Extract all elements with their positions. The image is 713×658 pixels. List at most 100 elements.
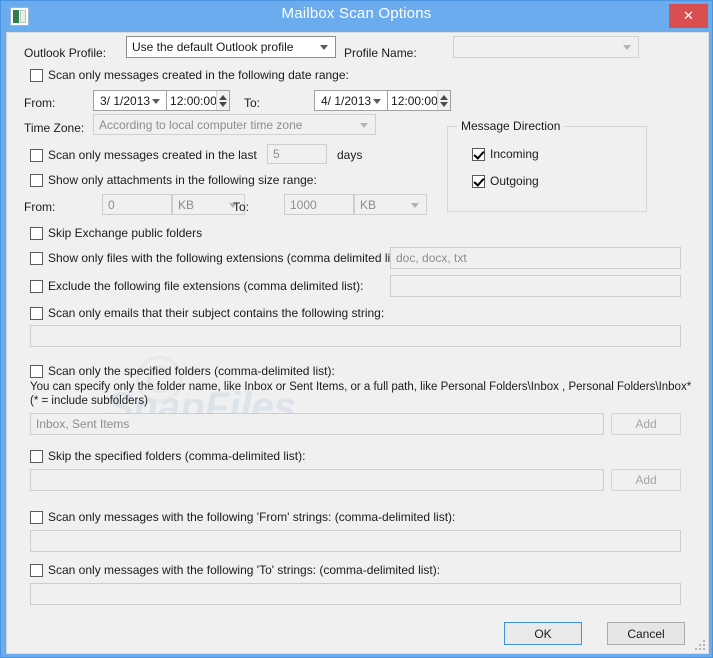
chevron-down-icon	[411, 202, 419, 208]
last-days-value: 5	[273, 147, 280, 161]
checkbox-box	[30, 251, 43, 265]
size-from-unit: KB	[178, 197, 195, 212]
profile-name-select[interactable]	[453, 36, 639, 58]
chevron-down-icon	[373, 98, 382, 104]
date-to-label: To:	[244, 96, 261, 110]
size-range-checkbox[interactable]: Show only attachments in the following s…	[30, 173, 317, 187]
timezone-value: According to local computer time zone	[99, 117, 303, 132]
from-strings-label: Scan only messages with the following 'F…	[48, 510, 456, 524]
title-bar: Mailbox Scan Options ✕	[1, 1, 712, 32]
skip-folders-checkbox[interactable]: Skip the specified folders (comma-delimi…	[30, 449, 305, 463]
time-from-value-wrap[interactable]: 12:00:00 AI	[167, 91, 216, 110]
time-to-value: 12:00:00 AI	[391, 93, 438, 108]
last-days-label: Scan only messages created in the last	[48, 148, 257, 162]
time-to-spinner[interactable]	[437, 91, 450, 110]
specified-folders-label: Scan only the specified folders (comma-d…	[48, 364, 335, 378]
specified-folders-hint-line2: (* = include subfolders)	[30, 395, 148, 407]
checkbox-box	[30, 563, 43, 577]
checkbox-box	[30, 279, 43, 293]
outlook-profile-value: Use the default Outlook profile	[132, 40, 294, 54]
incoming-checkbox[interactable]: Incoming	[472, 147, 539, 161]
message-direction-group: Message Direction Incoming Outgoing	[447, 119, 647, 212]
skip-folders-add-button[interactable]: Add	[611, 469, 681, 491]
size-from-input[interactable]: 0	[102, 194, 172, 215]
checkbox-box	[472, 147, 485, 161]
outlook-profile-label: Outlook Profile:	[24, 46, 107, 60]
checkbox-box	[30, 306, 43, 320]
checkbox-box	[30, 364, 43, 378]
to-strings-input[interactable]	[30, 583, 681, 605]
timezone-label: Time Zone:	[24, 121, 85, 135]
chevron-down-icon	[623, 45, 631, 50]
exclude-extensions-input[interactable]	[390, 275, 681, 297]
date-from-value: 3/ 1/2013	[100, 93, 151, 108]
specified-folders-add-button[interactable]: Add	[611, 413, 681, 435]
size-to-value: 1000	[290, 197, 317, 212]
time-from-spinner[interactable]	[216, 91, 229, 110]
outlook-profile-select[interactable]: Use the default Outlook profile	[126, 36, 336, 58]
checkbox-box	[30, 510, 43, 524]
subject-contains-label: Scan only emails that their subject cont…	[48, 306, 385, 320]
outgoing-label: Outgoing	[490, 174, 539, 188]
skip-folders-input[interactable]	[30, 469, 604, 491]
chevron-down-icon	[152, 98, 161, 104]
date-from-value-wrap[interactable]: 3/ 1/2013	[94, 91, 168, 110]
spinner-down-icon[interactable]	[440, 101, 449, 107]
close-icon[interactable]: ✕	[669, 4, 708, 28]
cancel-button[interactable]: Cancel	[607, 622, 685, 645]
spinner-down-icon[interactable]	[219, 101, 228, 107]
date-to-picker[interactable]: 4/ 1/2013 12:00:00 AI	[314, 90, 451, 111]
skip-public-folders-label: Skip Exchange public folders	[48, 226, 203, 240]
skip-folders-label: Skip the specified folders (comma-delimi…	[48, 449, 306, 463]
specified-folders-hint-line1: You can specify only the folder name, li…	[30, 381, 692, 393]
chevron-down-icon	[320, 45, 328, 50]
from-strings-checkbox[interactable]: Scan only messages with the following 'F…	[30, 510, 455, 524]
outgoing-checkbox[interactable]: Outgoing	[472, 174, 539, 188]
dialog-client-area: © SnapFiles Outlook Profile: Use the def…	[6, 32, 709, 654]
timezone-select[interactable]: According to local computer time zone	[93, 114, 376, 135]
message-direction-title: Message Direction	[457, 119, 565, 133]
spinner-up-icon[interactable]	[219, 94, 228, 100]
time-to-value-wrap[interactable]: 12:00:00 AI	[388, 91, 437, 110]
to-strings-checkbox[interactable]: Scan only messages with the following 'T…	[30, 563, 440, 577]
to-strings-label: Scan only messages with the following 'T…	[48, 563, 441, 577]
subject-contains-checkbox[interactable]: Scan only emails that their subject cont…	[30, 306, 384, 320]
size-to-unit-select[interactable]: KB	[354, 194, 427, 215]
date-to-value-wrap[interactable]: 4/ 1/2013	[315, 91, 389, 110]
size-to-input[interactable]: 1000	[284, 194, 354, 215]
from-strings-input[interactable]	[30, 530, 681, 552]
date-from-picker[interactable]: 3/ 1/2013 12:00:00 AI	[93, 90, 230, 111]
date-range-label: Scan only messages created in the follow…	[48, 68, 349, 82]
size-from-value: 0	[108, 197, 115, 212]
size-to-label: To:	[233, 200, 250, 214]
days-unit-label: days	[337, 148, 363, 162]
exclude-extensions-checkbox[interactable]: Exclude the following file extensions (c…	[30, 279, 363, 293]
ok-button[interactable]: OK	[504, 622, 582, 645]
chevron-down-icon	[360, 122, 368, 128]
checkbox-box	[472, 174, 485, 188]
last-days-checkbox[interactable]: Scan only messages created in the last	[30, 148, 257, 162]
checkbox-box	[30, 173, 43, 187]
size-range-label: Show only attachments in the following s…	[48, 173, 317, 187]
exclude-extensions-label: Exclude the following file extensions (c…	[48, 279, 364, 293]
specified-folders-input[interactable]: Inbox, Sent Items	[30, 413, 604, 435]
subject-contains-input[interactable]	[30, 325, 681, 347]
resize-grip[interactable]	[692, 637, 705, 650]
checkbox-box	[30, 68, 43, 82]
spinner-up-icon[interactable]	[440, 94, 449, 100]
dialog-window: Mailbox Scan Options ✕ © SnapFiles Outlo…	[0, 0, 713, 658]
window-title: Mailbox Scan Options	[281, 5, 432, 22]
skip-public-folders-checkbox[interactable]: Skip Exchange public folders	[30, 226, 202, 240]
time-from-value: 12:00:00 AI	[170, 93, 217, 108]
include-extensions-input[interactable]: doc, docx, txt	[390, 247, 681, 269]
last-days-input[interactable]: 5	[267, 144, 327, 164]
specified-folders-checkbox[interactable]: Scan only the specified folders (comma-d…	[30, 364, 335, 378]
specified-folders-value: Inbox, Sent Items	[36, 417, 130, 431]
date-range-checkbox[interactable]: Scan only messages created in the follow…	[30, 68, 349, 82]
date-from-label: From:	[24, 96, 56, 110]
include-extensions-checkbox[interactable]: Show only files with the following exten…	[30, 251, 407, 265]
checkbox-box	[30, 226, 43, 240]
incoming-label: Incoming	[490, 147, 539, 161]
include-extensions-value: doc, docx, txt	[396, 251, 467, 265]
checkbox-box	[30, 148, 43, 162]
